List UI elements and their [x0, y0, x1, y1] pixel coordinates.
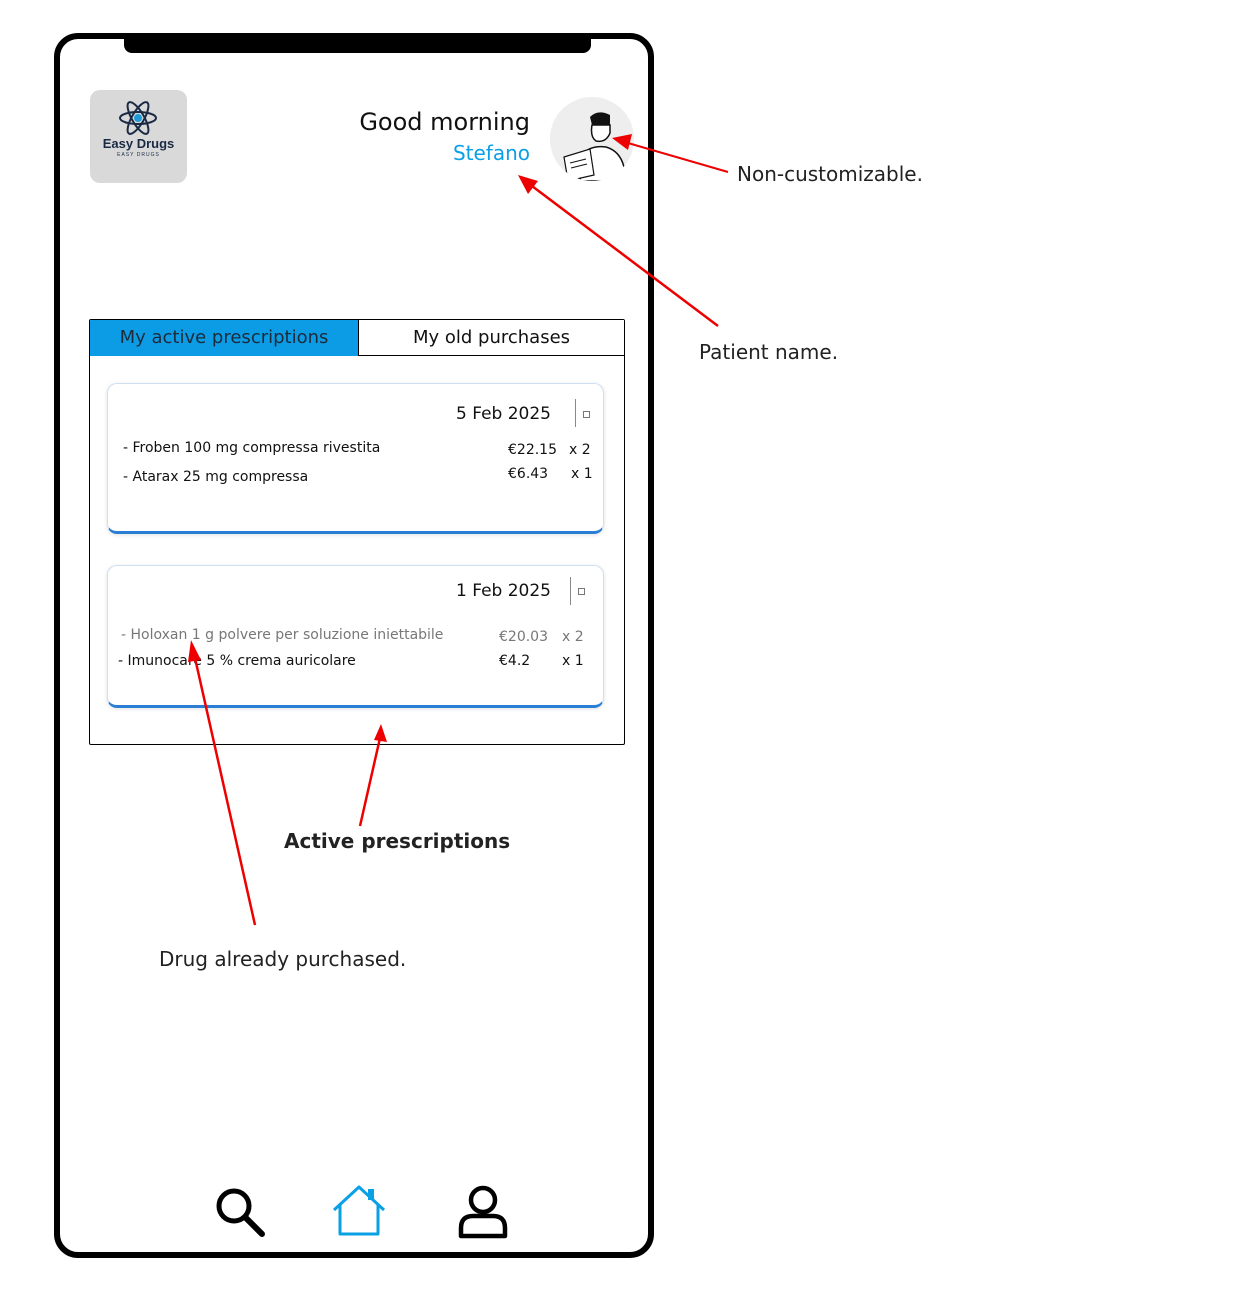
tab-active-prescriptions[interactable]: My active prescriptions: [90, 320, 358, 356]
search-icon[interactable]: [212, 1186, 266, 1238]
annotation-drug-purchased: Drug already purchased.: [159, 947, 407, 971]
user-avatar-illustration-icon: [550, 97, 634, 181]
patient-name: Stefano: [452, 141, 530, 165]
home-icon[interactable]: [330, 1184, 388, 1238]
prescription-card[interactable]: 1 Feb 2025 - Holoxan 1 g polvere per sol…: [107, 565, 604, 708]
user-icon[interactable]: [456, 1184, 510, 1240]
prescription-card[interactable]: 5 Feb 2025 - Froben 100 mg compressa riv…: [107, 383, 604, 534]
annotation-non-customizable: Non-customizable.: [737, 162, 923, 186]
annotation-patient-name: Patient name.: [699, 340, 839, 364]
drug-quantity: x 1: [571, 466, 593, 482]
prescription-date: 1 Feb 2025: [456, 581, 551, 601]
divider: [575, 399, 576, 427]
receipt-icon[interactable]: [583, 411, 590, 418]
prescription-date: 5 Feb 2025: [456, 404, 551, 424]
drug-name: - Atarax 25 mg compressa: [123, 469, 309, 485]
drug-name: - Froben 100 mg compressa rivestita: [123, 440, 381, 456]
receipt-icon[interactable]: [578, 588, 585, 595]
annotation-active-prescriptions: Active prescriptions: [284, 829, 511, 853]
drug-price: €4.2: [499, 653, 531, 669]
app-logo: Easy Drugs EASY DRUGS: [90, 90, 187, 183]
drug-quantity: x 1: [562, 653, 584, 669]
drug-name: - Imunocare 5 % crema auricolare: [118, 653, 356, 669]
logo-subtext: EASY DRUGS: [117, 152, 160, 158]
phone-notch: [124, 33, 591, 53]
greeting-text: Good morning: [359, 108, 530, 136]
drug-price: €20.03: [499, 629, 548, 645]
prescriptions-panel: My active prescriptions My old purchases…: [89, 319, 625, 745]
drug-quantity: x 2: [562, 629, 584, 645]
logo-text: Easy Drugs: [102, 136, 175, 151]
tab-old-purchases[interactable]: My old purchases: [358, 320, 624, 356]
drug-quantity: x 2: [569, 442, 591, 458]
drug-price: €22.15: [508, 442, 557, 458]
drug-price: €6.43: [508, 466, 549, 482]
drug-name-purchased: - Holoxan 1 g polvere per soluzione inie…: [121, 627, 444, 643]
avatar[interactable]: [550, 97, 634, 181]
atom-logo-icon: [119, 101, 157, 135]
divider: [570, 577, 571, 605]
